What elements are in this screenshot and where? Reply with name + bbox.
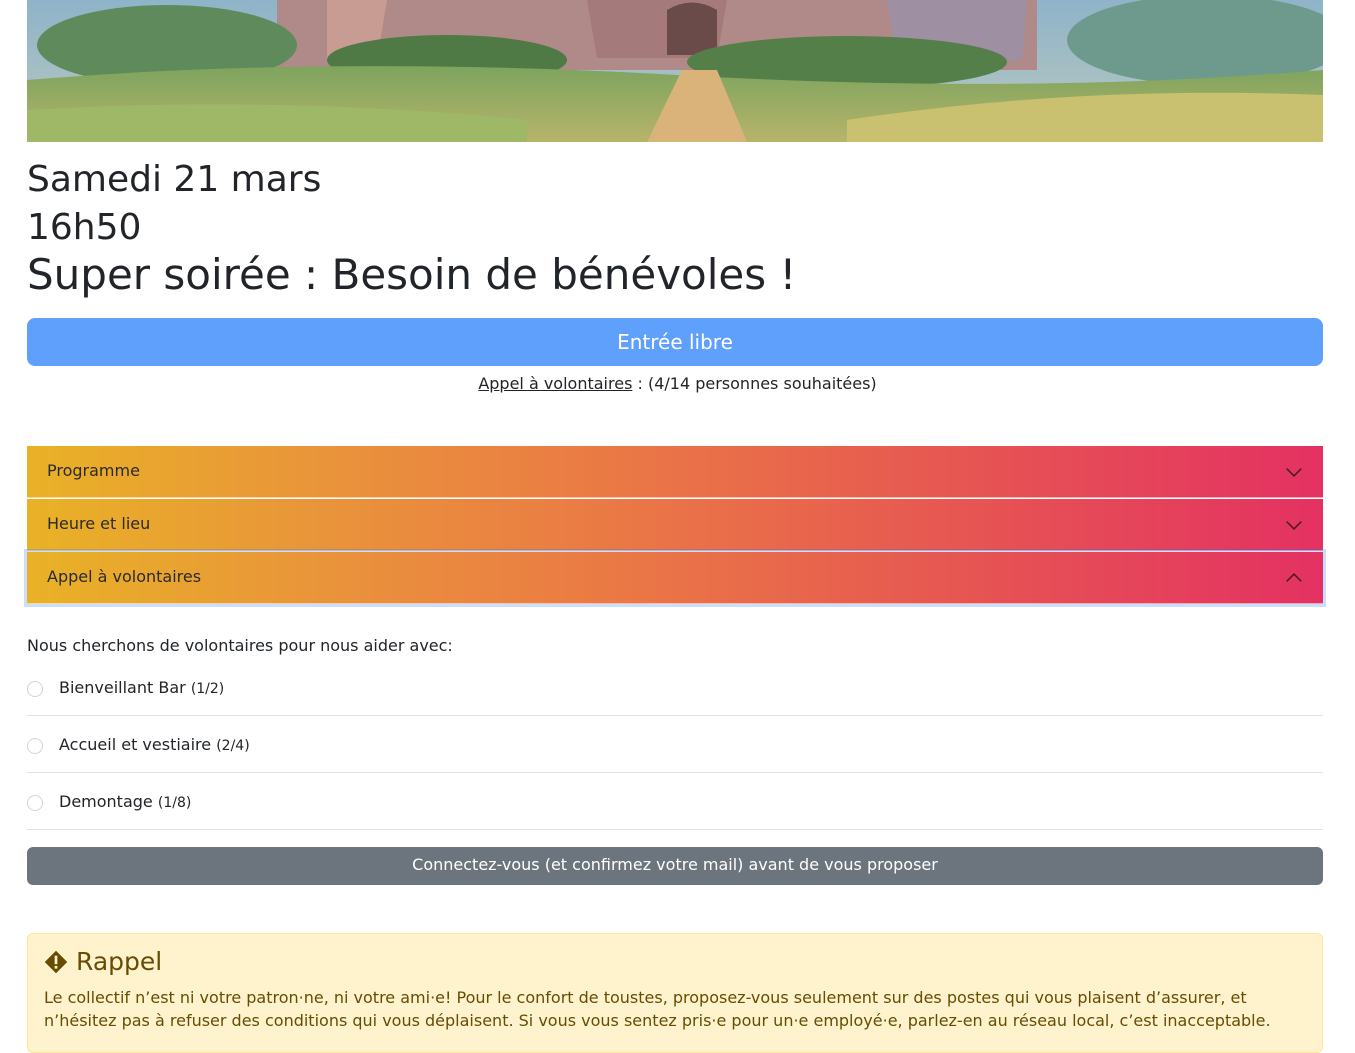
- accordion-heure-et-lieu[interactable]: Heure et lieu: [27, 499, 1323, 551]
- accordion-label: Appel à volontaires: [47, 567, 202, 586]
- volunteer-summary: Appel à volontaires : (4/14 personnes so…: [0, 373, 1355, 395]
- accordion-programme[interactable]: Programme: [27, 446, 1323, 498]
- chevron-down-icon: [1286, 468, 1302, 478]
- event-date: Samedi 21 mars: [27, 159, 322, 200]
- reminder-alert: Rappel Le collectif n’est ni votre patro…: [27, 933, 1323, 1053]
- volunteer-role-option[interactable]: Accueil et vestiaire (2/4): [27, 716, 1323, 773]
- accordion-appel-a-volontaires[interactable]: Appel à volontaires: [27, 552, 1323, 604]
- role-count: (2/4): [216, 738, 250, 754]
- chevron-up-icon: [1286, 572, 1302, 582]
- role-radio[interactable]: [27, 795, 43, 811]
- login-to-volunteer-button[interactable]: Connectez-vous (et confirmez votre mail)…: [27, 847, 1323, 885]
- accordion-label: Programme: [47, 461, 140, 480]
- role-name: Demontage: [59, 792, 153, 811]
- volunteer-summary-count: : (4/14 personnes souhaitées): [632, 374, 877, 393]
- volunteer-role-option[interactable]: Demontage (1/8): [27, 773, 1323, 830]
- role-name: Accueil et vestiaire: [59, 735, 212, 754]
- chevron-down-icon: [1286, 521, 1302, 531]
- role-count: (1/8): [157, 795, 192, 811]
- reminder-title: Rappel: [76, 947, 163, 976]
- volunteer-intro: Nous cherchons de volontaires pour nous …: [27, 636, 453, 655]
- role-count: (1/2): [190, 681, 225, 697]
- accordion-label: Heure et lieu: [47, 514, 151, 533]
- role-radio[interactable]: [27, 681, 43, 697]
- volunteer-call-link[interactable]: Appel à volontaires: [478, 374, 632, 393]
- event-page: Samedi 21 mars 16h50 Super soirée : Beso…: [0, 0, 1355, 1053]
- volunteer-role-option[interactable]: Bienveillant Bar (1/2): [27, 659, 1323, 716]
- entry-price-button[interactable]: Entrée libre: [27, 318, 1323, 366]
- reminder-text: Le collectif n’est ni votre patron·ne, n…: [44, 988, 1271, 1030]
- warning-diamond-icon: [44, 950, 68, 974]
- role-name: Bienveillant Bar: [59, 678, 186, 697]
- reminder-heading: Rappel: [44, 946, 162, 978]
- event-title: Super soirée : Besoin de bénévoles !: [27, 250, 797, 299]
- event-banner-image: [27, 0, 1323, 142]
- role-radio[interactable]: [27, 738, 43, 754]
- event-time: 16h50: [27, 207, 142, 248]
